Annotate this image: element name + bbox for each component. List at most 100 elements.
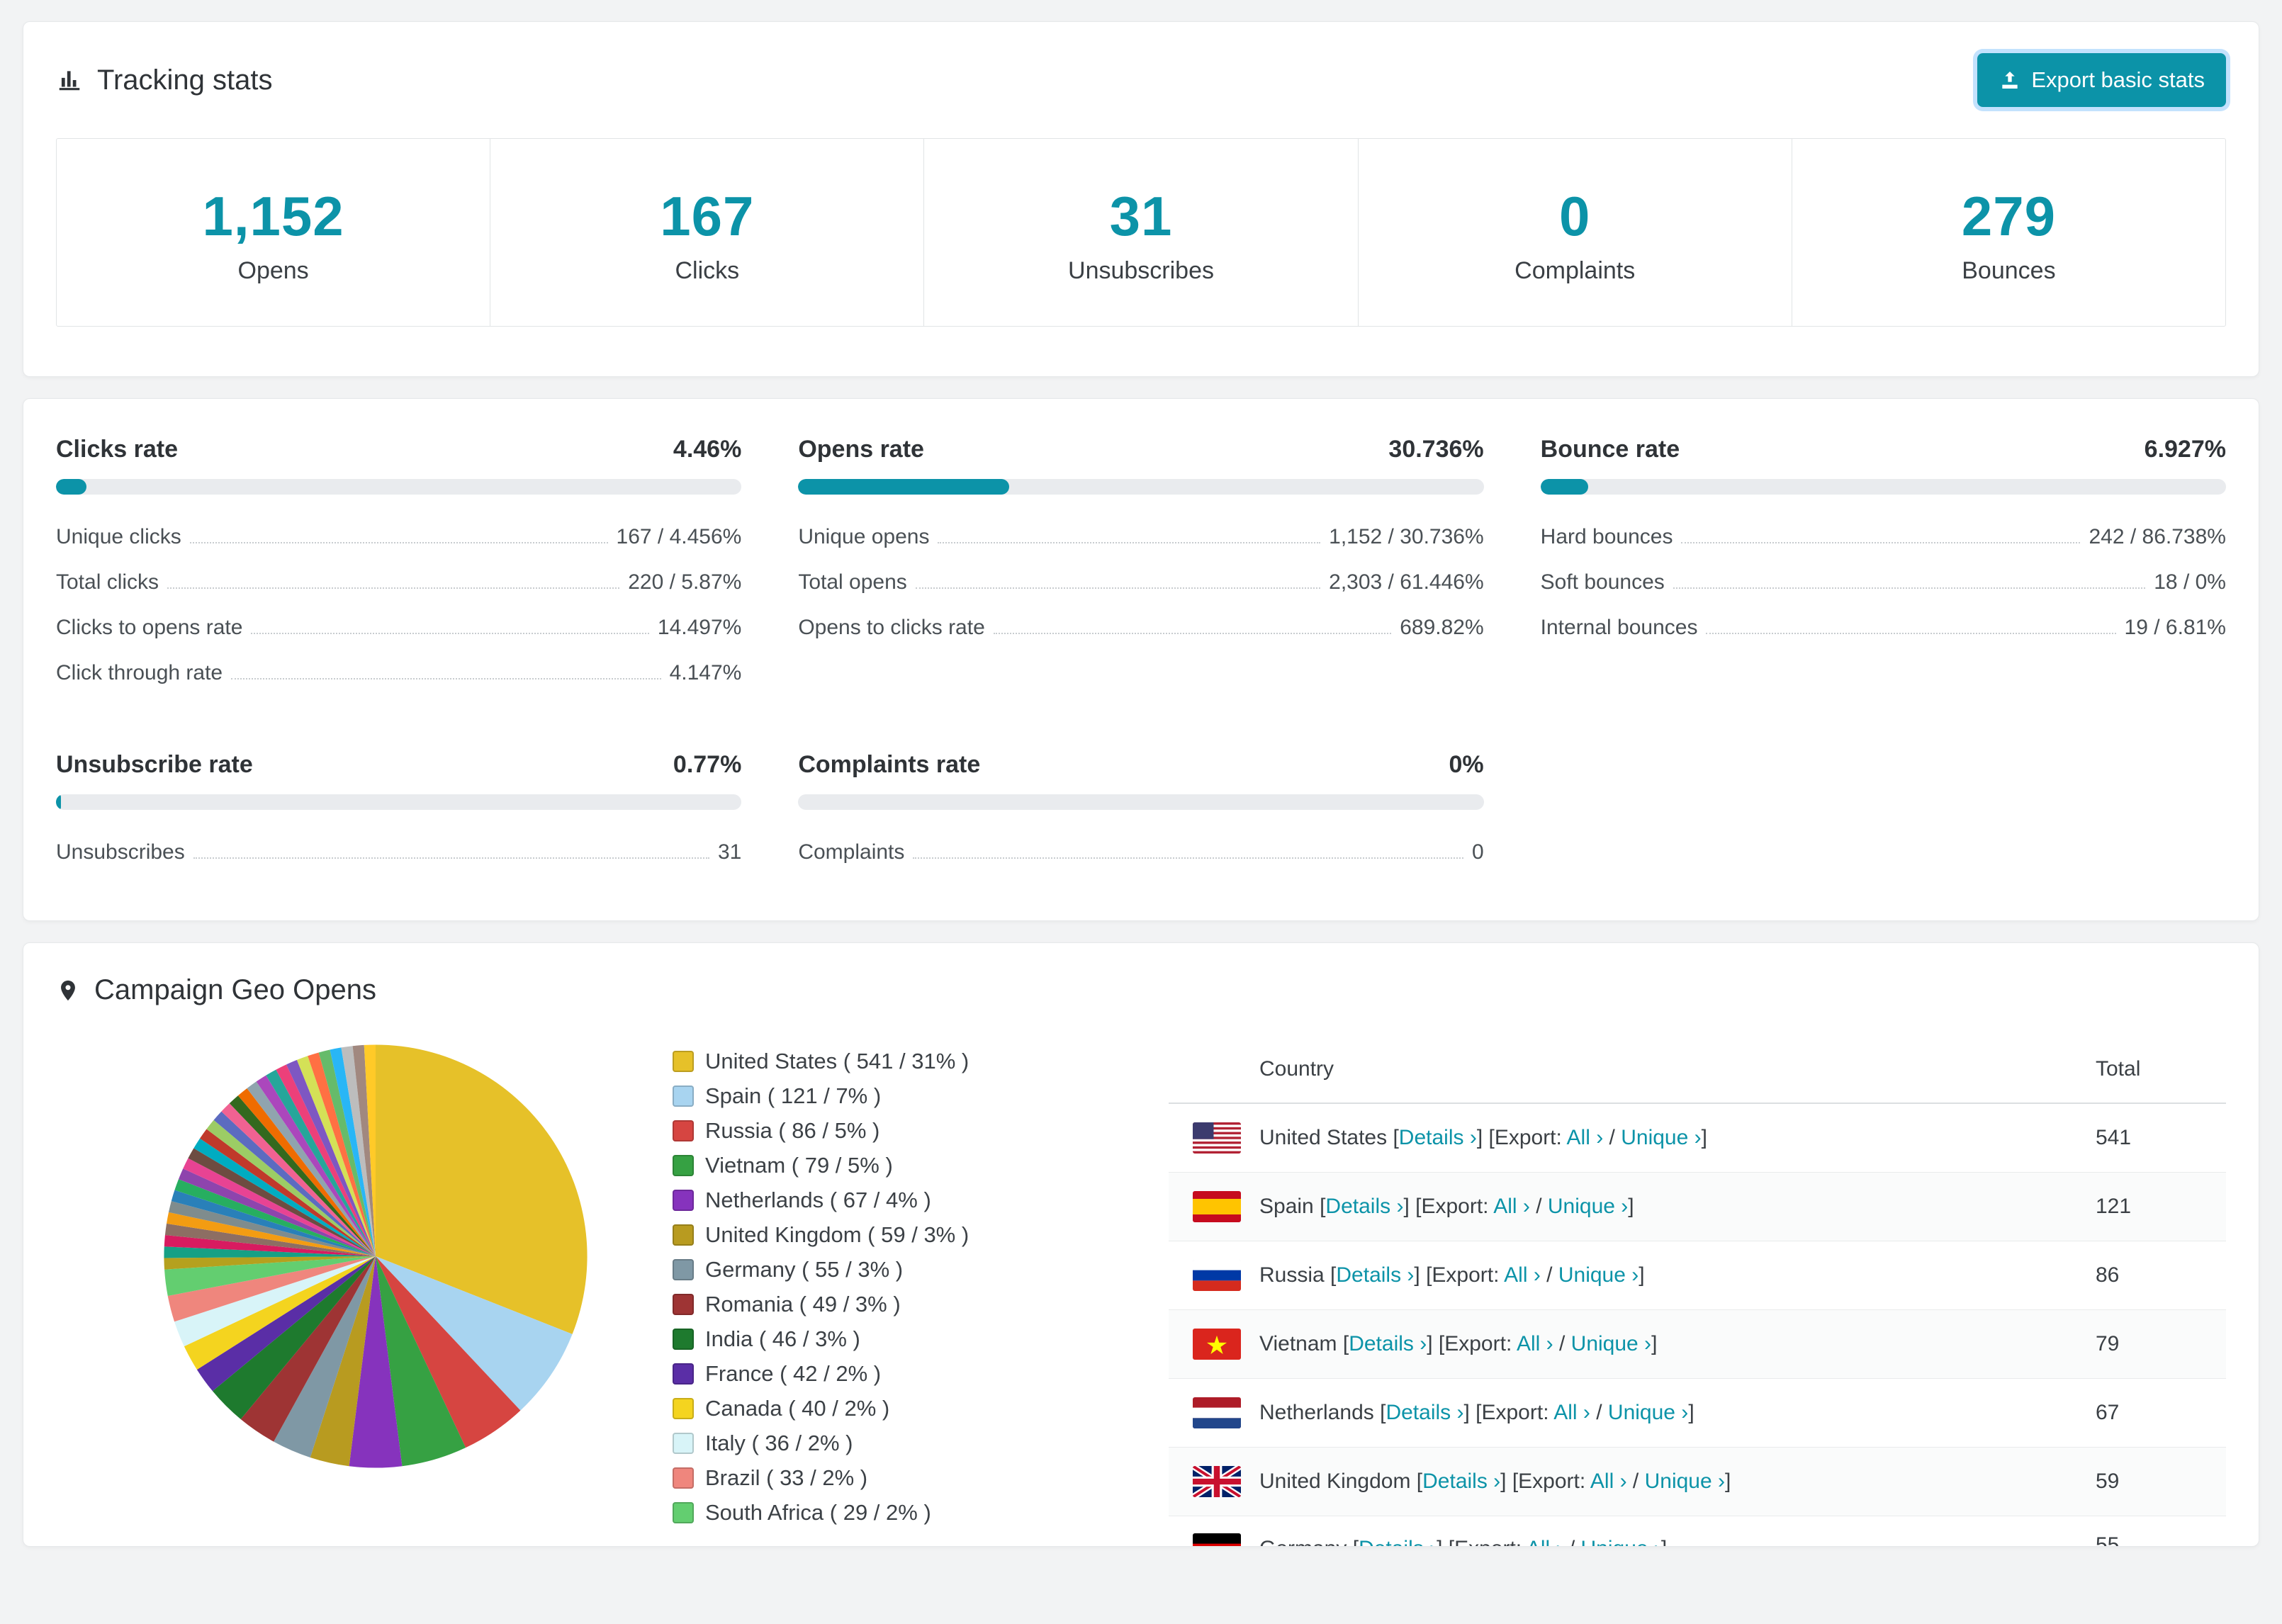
- metric-row: Unique opens 1,152 / 30.736%: [798, 514, 1483, 560]
- geo-table: Country Total United States [Details ›] …: [1169, 1036, 2226, 1546]
- export-unique-link[interactable]: Unique ›: [1608, 1401, 1688, 1424]
- progress-bar: [56, 794, 742, 810]
- stat-value: 1,152: [202, 185, 344, 247]
- export-separator: /: [1626, 1470, 1645, 1494]
- export-all-link[interactable]: All ›: [1493, 1195, 1530, 1218]
- rate-rows: Hard bounces 242 / 86.738% Soft bounces …: [1541, 514, 2226, 650]
- export-unique-link[interactable]: Unique ›: [1558, 1263, 1639, 1287]
- metric-label: Click through rate: [56, 661, 223, 684]
- metric-row: Click through rate 4.147%: [56, 650, 741, 696]
- export-basic-stats-button[interactable]: Export basic stats: [1977, 53, 2226, 107]
- stat-box: 31 Unsubscribes: [923, 139, 1357, 326]
- stat-value: 0: [1559, 185, 1591, 247]
- geo-title: Campaign Geo Opens: [56, 974, 376, 1006]
- export-all-link[interactable]: All ›: [1567, 1126, 1604, 1149]
- legend-item: Vietnam ( 79 / 5% ): [673, 1153, 1048, 1178]
- geo-header: Campaign Geo Opens: [23, 943, 2259, 1032]
- metric-leader: [1706, 633, 2116, 634]
- metric-value: 0: [1471, 840, 1484, 864]
- country-flag: [1193, 1533, 1241, 1546]
- rate-head: Opens rate 30.736%: [798, 436, 1483, 463]
- country-name: Netherlands: [1259, 1401, 1381, 1425]
- bracket-details-open: [: [1342, 1332, 1349, 1356]
- rate-rows: Unique opens 1,152 / 30.736% Total opens…: [798, 514, 1483, 650]
- metric-label: Hard bounces: [1540, 525, 1673, 548]
- export-unique-link[interactable]: Unique ›: [1645, 1470, 1725, 1493]
- export-all-link[interactable]: All ›: [1590, 1470, 1627, 1493]
- table-row: United Kingdom [Details ›] [Export: All …: [1169, 1448, 2226, 1516]
- country-cell: Germany [Details ›] [Export: All › / Uni…: [1259, 1533, 2096, 1546]
- export-all-link[interactable]: All ›: [1527, 1537, 1563, 1546]
- bracket-export-open: ] [Export:: [1500, 1470, 1590, 1494]
- country-flag: [1193, 1329, 1241, 1360]
- stat-box: 1,152 Opens: [57, 139, 490, 326]
- country-flag: [1193, 1397, 1241, 1428]
- legend-swatch: [673, 1155, 694, 1176]
- country-cell: Spain [Details ›] [Export: All › / Uniqu…: [1259, 1191, 2096, 1222]
- rate-value: 0.77%: [673, 751, 742, 778]
- rates-card: Clicks rate 4.46% Unique clicks 167 / 4.…: [23, 398, 2259, 921]
- progress-bar: [798, 794, 1484, 810]
- tracking-stats-title: Tracking stats: [56, 64, 272, 96]
- stat-value: 279: [1961, 185, 2056, 247]
- legend-label: Romania ( 49 / 3% ): [705, 1292, 901, 1316]
- country-name: United States: [1259, 1126, 1393, 1150]
- metric-value: 19 / 6.81%: [2124, 616, 2226, 639]
- details-link[interactable]: Details ›: [1386, 1401, 1463, 1424]
- country-name: Vietnam: [1259, 1332, 1343, 1356]
- bracket-export-close: ]: [1628, 1195, 1634, 1219]
- export-unique-link[interactable]: Unique ›: [1571, 1332, 1651, 1355]
- details-link[interactable]: Details ›: [1336, 1263, 1414, 1287]
- metric-label: Unique opens: [798, 525, 930, 548]
- rate-value: 30.736%: [1388, 436, 1484, 463]
- stat-label: Opens: [237, 257, 309, 284]
- bracket-export-open: ] [Export:: [1463, 1401, 1554, 1425]
- metric-label: Soft bounces: [1540, 570, 1665, 594]
- export-unique-link[interactable]: Unique ›: [1581, 1537, 1661, 1546]
- metric-value: 1,152 / 30.736%: [1329, 525, 1484, 548]
- export-all-link[interactable]: All ›: [1504, 1263, 1541, 1287]
- bracket-export-close: ]: [1725, 1470, 1731, 1494]
- export-unique-link[interactable]: Unique ›: [1621, 1126, 1701, 1149]
- stat-label: Unsubscribes: [1068, 257, 1214, 284]
- metric-leader: [913, 857, 1463, 859]
- rate-title: Complaints rate: [798, 751, 981, 778]
- stat-box: 0 Complaints: [1357, 139, 1792, 326]
- metric-label: Unique clicks: [56, 525, 181, 548]
- stat-label: Clicks: [675, 257, 740, 284]
- metric-row: Hard bounces 242 / 86.738%: [1541, 514, 2226, 560]
- legend-swatch: [673, 1363, 694, 1385]
- progress-fill: [56, 479, 87, 495]
- legend-label: France ( 42 / 2% ): [705, 1361, 882, 1386]
- rate-panel: Complaints rate 0% Complaints 0: [798, 751, 1484, 875]
- details-link[interactable]: Details ›: [1325, 1195, 1403, 1218]
- details-link[interactable]: Details ›: [1399, 1126, 1477, 1149]
- export-all-link[interactable]: All ›: [1517, 1332, 1553, 1355]
- metric-leader: [938, 542, 1321, 543]
- export-all-link[interactable]: All ›: [1553, 1401, 1590, 1424]
- legend-swatch: [673, 1190, 694, 1211]
- bracket-export-close: ]: [1651, 1332, 1658, 1356]
- country-flag: [1193, 1466, 1241, 1497]
- progress-bar: [1540, 479, 2226, 495]
- metric-row: Unsubscribes 31: [56, 830, 741, 875]
- rate-panel: Unsubscribe rate 0.77% Unsubscribes 31: [56, 751, 742, 875]
- geo-pie-wrap: [56, 1036, 651, 1477]
- country-flag: [1193, 1122, 1241, 1154]
- metric-value: 2,303 / 61.446%: [1329, 570, 1484, 594]
- country-name: Germany: [1259, 1537, 1353, 1546]
- table-row: Netherlands [Details ›] [Export: All › /…: [1169, 1379, 2226, 1448]
- details-link[interactable]: Details ›: [1422, 1470, 1500, 1493]
- details-link[interactable]: Details ›: [1349, 1332, 1427, 1355]
- geo-table-header: Country Total: [1169, 1036, 2226, 1104]
- metric-row: Complaints 0: [798, 830, 1483, 875]
- metric-row: Opens to clicks rate 689.82%: [798, 605, 1483, 650]
- details-link[interactable]: Details ›: [1359, 1537, 1437, 1546]
- legend-label: Germany ( 55 / 3% ): [705, 1257, 904, 1282]
- export-unique-link[interactable]: Unique ›: [1548, 1195, 1628, 1218]
- table-row: Spain [Details ›] [Export: All › / Uniqu…: [1169, 1173, 2226, 1241]
- geo-title-text: Campaign Geo Opens: [94, 974, 377, 1005]
- legend-label: Spain ( 121 / 7% ): [705, 1083, 882, 1108]
- metric-value: 18 / 0%: [2154, 570, 2226, 594]
- rate-title: Unsubscribe rate: [56, 751, 253, 778]
